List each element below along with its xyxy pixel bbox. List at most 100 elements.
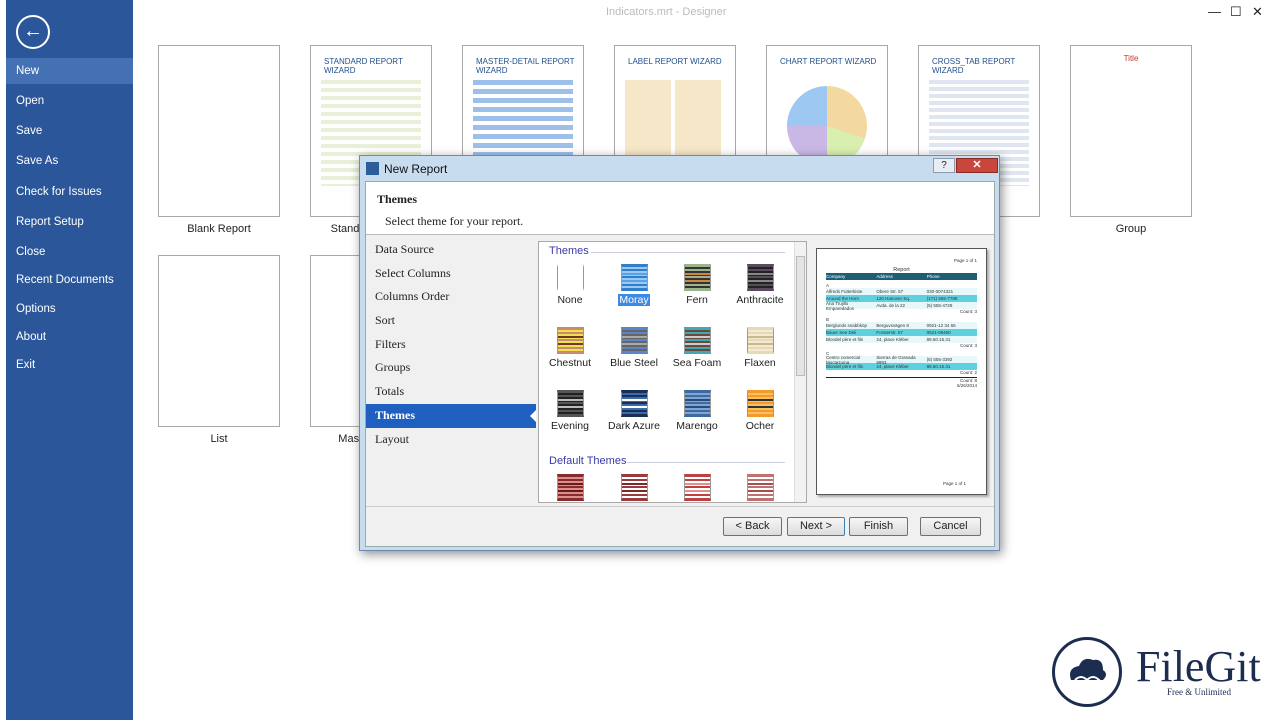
preview-row: Blondel père et fils 24, place Kléber 88.6… xyxy=(826,336,977,343)
wizard-step-layout[interactable]: Layout xyxy=(366,428,536,452)
backstage-sidebar: ← New Open Save Save As Check for Issues Repo… xyxy=(6,0,133,720)
back-arrow-icon[interactable]: ← xyxy=(16,15,50,49)
default-theme[interactable] xyxy=(603,474,665,501)
preview-cell: Blondel père et fils xyxy=(826,364,864,369)
maximize-button[interactable]: ☐ xyxy=(1230,4,1242,20)
next-button[interactable]: Next > xyxy=(787,517,845,536)
preview-cell: Avda. de la 22 xyxy=(876,303,906,308)
wizard-step-themes[interactable]: Themes xyxy=(366,403,536,428)
preview-row: Bauer See Deli Forsterstr. 57 0621-08460 xyxy=(826,329,977,336)
sidebar-item-exit[interactable]: Exit xyxy=(6,352,133,378)
wizard-step-select-columns[interactable]: Select Columns xyxy=(366,262,536,286)
theme-evening[interactable]: Evening xyxy=(539,390,601,432)
swatch-stripe xyxy=(557,402,583,405)
wizard-step-filters[interactable]: Filters xyxy=(366,333,536,357)
wizard-step-data-source[interactable]: Data Source xyxy=(366,238,536,262)
preview-row: Berglunds snabbköp Berguvsvägen 8 0921-12 … xyxy=(826,322,977,329)
theme-none[interactable]: None xyxy=(539,264,601,306)
default-theme[interactable] xyxy=(666,474,728,501)
theme-swatch xyxy=(746,390,774,417)
template-thumb-title: STANDARD REPORT WIZARD xyxy=(324,57,403,75)
theme-name: Ocher xyxy=(745,420,775,432)
sidebar-item-about[interactable]: About xyxy=(6,324,133,350)
theme-name: Marengo xyxy=(676,420,718,432)
swatch-stripe xyxy=(684,268,710,271)
theme-swatch xyxy=(683,390,711,417)
swatch-stripe xyxy=(684,276,710,279)
swatch-stripe xyxy=(557,478,583,481)
swatch-stripe xyxy=(621,478,647,481)
default-theme[interactable] xyxy=(539,474,601,501)
swatch-stripe xyxy=(621,394,647,397)
template-card[interactable]: Title xyxy=(1070,45,1192,217)
theme-fern[interactable]: Fern xyxy=(666,264,728,306)
minimize-button[interactable]: — xyxy=(1208,4,1221,19)
theme-marengo[interactable]: Marengo xyxy=(666,390,728,432)
wizard-step-groups[interactable]: Groups xyxy=(366,356,536,380)
swatch-stripe xyxy=(747,494,773,497)
template-card[interactable] xyxy=(158,255,280,427)
dialog-close-button[interactable]: ✕ xyxy=(956,158,998,173)
sidebar-item-options[interactable]: Options xyxy=(6,296,133,322)
help-button[interactable]: ? xyxy=(933,158,955,173)
finish-button[interactable]: Finish xyxy=(849,517,908,536)
cancel-button[interactable]: Cancel xyxy=(920,517,981,536)
sidebar-item-recent-documents[interactable]: Recent Documents xyxy=(6,267,133,293)
swatch-stripe xyxy=(747,343,773,346)
theme-anthracite[interactable]: Anthracite xyxy=(729,264,791,306)
sidebar-item-save-as[interactable]: Save As xyxy=(6,148,133,174)
theme-sea-foam[interactable]: Sea Foam xyxy=(666,327,728,369)
wizard-step-totals[interactable]: Totals xyxy=(366,380,536,404)
template-label[interactable]: Group xyxy=(1070,223,1192,235)
preview-cell: Ana Trujillo Emparedados xyxy=(826,300,855,311)
scrollbar-thumb[interactable] xyxy=(796,256,805,376)
preview-cell: Alfreds Futterkiste xyxy=(826,289,863,294)
theme-swatch xyxy=(556,390,584,417)
wizard-step-sort[interactable]: Sort xyxy=(366,309,536,333)
theme-moray[interactable]: Moray xyxy=(603,264,665,306)
preview-cell: 24, place Kléber xyxy=(876,337,909,342)
template-label[interactable]: List xyxy=(158,433,280,445)
preview-cell: Forsterstr. 57 xyxy=(876,330,903,335)
theme-chestnut[interactable]: Chestnut xyxy=(539,327,601,369)
swatch-stripe xyxy=(684,339,710,342)
default-theme[interactable] xyxy=(729,474,791,501)
sidebar-item-check-for-issues[interactable]: Check for Issues xyxy=(6,179,133,205)
preview-row: Centro comercial Moctezuma Sierras de Gra… xyxy=(826,354,977,365)
theme-dark-azure[interactable]: Dark Azure xyxy=(603,390,665,432)
swatch-stripe xyxy=(684,398,710,401)
swatch-stripe xyxy=(621,339,647,342)
swatch-stripe xyxy=(684,280,710,283)
swatch-stripe xyxy=(557,331,583,334)
swatch-stripe xyxy=(747,410,773,413)
swatch-stripe xyxy=(747,482,773,485)
theme-gallery-scrollbar[interactable] xyxy=(794,242,806,502)
swatch-stripe xyxy=(747,331,773,334)
template-label[interactable]: Blank Report xyxy=(158,223,280,235)
theme-swatch xyxy=(620,327,648,354)
theme-flaxen[interactable]: Flaxen xyxy=(729,327,791,369)
template-thumb-title: Title xyxy=(1123,54,1139,63)
preview-cell: Sierras de Granada 9993 xyxy=(876,354,916,365)
template-card[interactable] xyxy=(158,45,280,217)
wizard-step-columns-order[interactable]: Columns Order xyxy=(366,285,536,309)
theme-ocher[interactable]: Ocher xyxy=(729,390,791,432)
preview-page-number: Page 1 of 1 xyxy=(953,258,977,263)
theme-swatch xyxy=(620,474,648,501)
preview-cell: Blondel père et fils xyxy=(826,337,864,342)
theme-blue-steel[interactable]: Blue Steel xyxy=(603,327,665,369)
swatch-stripe xyxy=(747,284,773,287)
themes-section-label: Themes xyxy=(549,245,589,257)
sidebar-item-report-setup[interactable]: Report Setup xyxy=(6,209,133,235)
sidebar-item-open[interactable]: Open xyxy=(6,88,133,114)
swatch-stripe xyxy=(557,335,583,338)
sidebar-item-close[interactable]: Close xyxy=(6,239,133,265)
back-button[interactable]: < Back xyxy=(723,517,782,536)
report-preview: Page 1 of 1 Report Company Address Phone A Alf… xyxy=(816,248,987,495)
preview-cell: 88.60.15.31 xyxy=(926,364,951,369)
swatch-stripe xyxy=(747,394,773,397)
default-themes-section-label: Default Themes xyxy=(549,455,627,467)
close-window-button[interactable]: ✕ xyxy=(1252,4,1263,20)
sidebar-item-save[interactable]: Save xyxy=(6,118,133,144)
sidebar-item-new[interactable]: New xyxy=(6,58,133,84)
